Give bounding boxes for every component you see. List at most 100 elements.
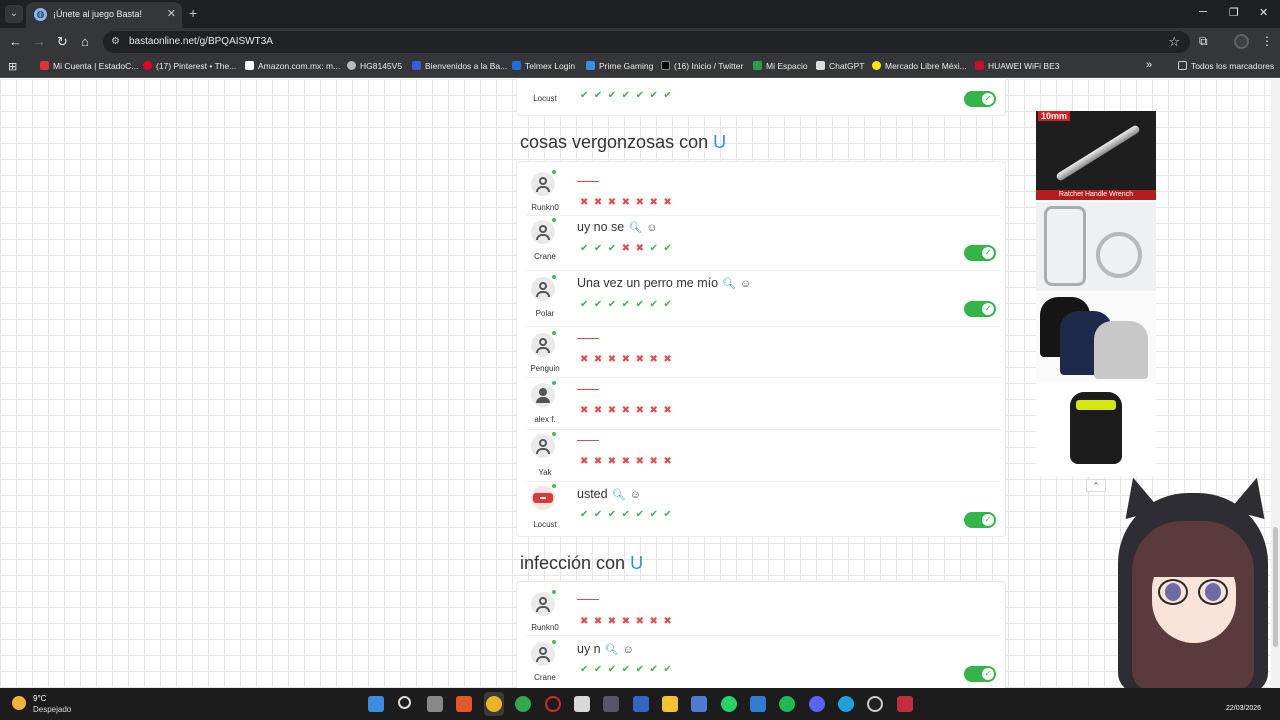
check-icon[interactable]: ✔: [608, 243, 622, 254]
cross-icon[interactable]: ✖: [636, 354, 650, 365]
store-icon[interactable]: [574, 696, 590, 712]
cross-icon[interactable]: ✖: [622, 456, 636, 467]
search-icon[interactable]: 🔍︎: [605, 644, 619, 656]
emoji-icon[interactable]: ☺: [630, 489, 641, 501]
bookmark-item[interactable]: Mi Cuenta | EstadoC...: [40, 61, 138, 71]
check-icon[interactable]: ✔: [649, 299, 663, 310]
cross-icon[interactable]: ✖: [622, 354, 636, 365]
cross-icon[interactable]: ✖: [580, 354, 594, 365]
app-icon[interactable]: [633, 696, 649, 712]
cross-icon[interactable]: ✖: [649, 405, 663, 416]
cross-icon[interactable]: ✖: [663, 616, 677, 627]
search-icon[interactable]: 🔍︎: [628, 222, 642, 234]
close-tab-icon[interactable]: ✕: [167, 7, 176, 20]
cross-icon[interactable]: ✖: [649, 456, 663, 467]
app-icon[interactable]: [897, 696, 913, 712]
cross-icon[interactable]: ✖: [594, 354, 608, 365]
profile-avatar[interactable]: [1234, 34, 1249, 49]
back-icon[interactable]: ←: [9, 34, 22, 50]
check-icon[interactable]: ✔: [594, 509, 608, 520]
check-icon[interactable]: ✔: [663, 90, 677, 101]
check-icon[interactable]: ✔: [608, 509, 622, 520]
check-icon[interactable]: ✔: [649, 90, 663, 101]
ad-gloves[interactable]: [1036, 384, 1156, 473]
menu-icon[interactable]: ⋮: [1261, 34, 1273, 48]
restore-icon[interactable]: ❐: [1229, 6, 1239, 19]
apps-grid-icon[interactable]: ⊞: [8, 60, 17, 73]
home-icon[interactable]: ⌂: [81, 34, 89, 50]
check-icon[interactable]: ✔: [594, 664, 608, 675]
check-icon[interactable]: ✔: [580, 509, 594, 520]
xbox-icon[interactable]: [515, 696, 531, 712]
cross-icon[interactable]: ✖: [636, 197, 650, 208]
cross-icon[interactable]: ✖: [636, 616, 650, 627]
cross-icon[interactable]: ✖: [622, 616, 636, 627]
check-icon[interactable]: ✔: [580, 243, 594, 254]
file-explorer-icon[interactable]: [662, 696, 678, 712]
check-icon[interactable]: ✔: [608, 90, 622, 101]
discord-icon[interactable]: [809, 696, 825, 712]
check-icon[interactable]: ✔: [622, 664, 636, 675]
page-scrollbar[interactable]: [1271, 79, 1280, 688]
bookmark-item[interactable]: Bienvenidos a la Ba...: [412, 61, 507, 71]
emoji-icon[interactable]: ☺: [623, 644, 634, 656]
cross-icon[interactable]: ✖: [608, 456, 622, 467]
brave-icon[interactable]: [456, 696, 472, 712]
cross-icon[interactable]: ✖: [594, 456, 608, 467]
cross-icon[interactable]: ✖: [580, 616, 594, 627]
close-window-icon[interactable]: ✕: [1259, 6, 1268, 19]
accept-toggle[interactable]: ✓: [964, 512, 996, 528]
cross-icon[interactable]: ✖: [622, 405, 636, 416]
search-icon[interactable]: 🔍︎: [612, 489, 626, 501]
obs-icon[interactable]: [867, 696, 883, 712]
emoji-icon[interactable]: ☺: [740, 278, 751, 290]
ad-hoodies[interactable]: [1036, 293, 1156, 382]
cross-icon[interactable]: ✖: [649, 616, 663, 627]
cross-icon[interactable]: ✖: [580, 197, 594, 208]
weather-moon-icon[interactable]: [12, 696, 26, 710]
bookmark-item[interactable]: ChatGPT: [816, 61, 864, 71]
ad-wrench[interactable]: 10mm Ratchet Handle Wrench: [1036, 111, 1156, 200]
weather-condition[interactable]: Despejado: [33, 705, 71, 714]
check-icon[interactable]: ✔: [636, 299, 650, 310]
check-icon[interactable]: ✔: [580, 90, 594, 101]
tab-search-icon[interactable]: ⌄: [5, 5, 23, 23]
check-icon[interactable]: ✔: [622, 299, 636, 310]
cross-icon[interactable]: ✖: [649, 197, 663, 208]
bookmark-item[interactable]: (16) Inicio / Twitter: [661, 61, 743, 71]
forward-icon[interactable]: →: [33, 34, 46, 50]
bookmark-item[interactable]: (17) Pinterest • The...: [143, 61, 236, 71]
check-icon[interactable]: ✔: [594, 243, 608, 254]
check-icon[interactable]: ✔: [594, 299, 608, 310]
scroll-thumb[interactable]: [1273, 527, 1278, 647]
check-icon[interactable]: ✔: [636, 509, 650, 520]
reload-icon[interactable]: ↻: [57, 34, 68, 50]
check-icon[interactable]: ✔: [636, 664, 650, 675]
accept-toggle[interactable]: ✓: [964, 666, 996, 682]
bookmark-item[interactable]: Prime Gaming: [586, 61, 653, 71]
check-icon[interactable]: ✔: [594, 90, 608, 101]
app-icon[interactable]: [691, 696, 707, 712]
cross-icon[interactable]: ✖: [608, 354, 622, 365]
bookmark-item[interactable]: HG8145V5: [347, 61, 402, 71]
accept-toggle[interactable]: ✓: [964, 301, 996, 317]
photos-icon[interactable]: [750, 696, 766, 712]
cross-icon[interactable]: ✖: [649, 354, 663, 365]
check-icon[interactable]: ✔: [636, 90, 650, 101]
check-icon[interactable]: ✔: [663, 664, 677, 675]
cross-icon[interactable]: ✖: [636, 243, 650, 254]
address-bar[interactable]: ⚙ bastaonline.net/g/BPQAISWT3A ☆: [103, 31, 1190, 53]
bookmark-item[interactable]: Telmex Login: [512, 61, 575, 71]
extensions-icon[interactable]: ⧉: [1199, 34, 1208, 49]
whatsapp-icon[interactable]: [721, 696, 737, 712]
chrome-icon[interactable]: [486, 696, 502, 712]
active-tab[interactable]: ◍ ¡Únete al juego Basta! ✕: [26, 2, 182, 28]
cross-icon[interactable]: ✖: [608, 405, 622, 416]
check-icon[interactable]: ✔: [608, 299, 622, 310]
cross-icon[interactable]: ✖: [636, 456, 650, 467]
cross-icon[interactable]: ✖: [580, 456, 594, 467]
weather-temperature[interactable]: 9°C: [33, 694, 46, 703]
check-icon[interactable]: ✔: [663, 243, 677, 254]
cross-icon[interactable]: ✖: [663, 405, 677, 416]
cross-icon[interactable]: ✖: [663, 456, 677, 467]
